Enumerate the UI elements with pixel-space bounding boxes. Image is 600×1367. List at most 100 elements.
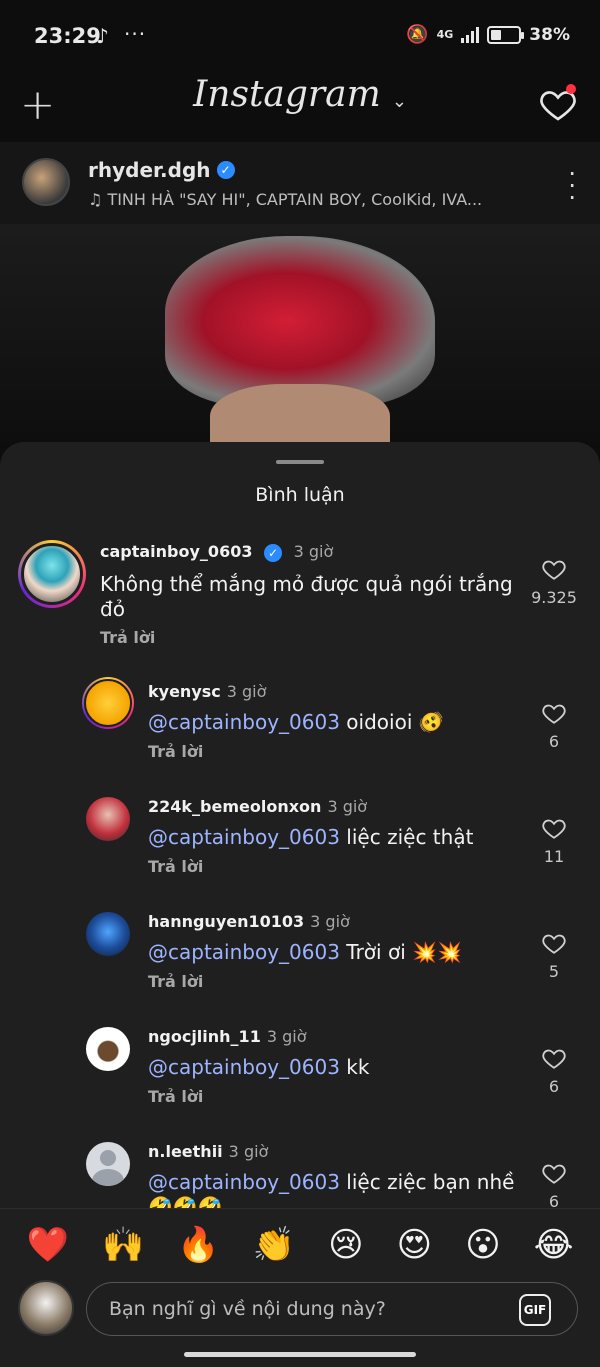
photo-subject-face — [210, 384, 390, 442]
reaction-crying[interactable]: 😢 — [328, 1228, 363, 1262]
comment-time: 3 giờ — [310, 912, 350, 931]
post-header: rhyder.dgh ✓ ♫ TINH HÀ "SAY HI", CAPTAIN… — [0, 142, 600, 224]
reaction-raising-hands[interactable]: 🙌 — [102, 1228, 144, 1262]
story-ring[interactable] — [82, 677, 134, 729]
comment-text: @captainboy_0603 Trời ơi 💥💥 — [148, 940, 518, 965]
battery-percent: 38% — [529, 24, 570, 45]
like-button[interactable]: 5 — [534, 930, 574, 981]
reaction-surprised[interactable]: 😮 — [465, 1228, 500, 1262]
post-author-avatar[interactable] — [22, 158, 70, 206]
commenter-avatar[interactable] — [86, 1027, 130, 1071]
heart-outline-icon — [542, 819, 566, 839]
mention-link[interactable]: @captainboy_0603 — [148, 710, 340, 734]
comment-username[interactable]: n.leethii 3 giờ — [148, 1142, 268, 1161]
status-time: 23:29 — [34, 24, 101, 48]
like-button[interactable]: 9.325 — [526, 556, 582, 607]
network-label: 4G — [436, 28, 454, 41]
instagram-logo: Instagram — [193, 74, 381, 115]
comment-username-text: n.leethii — [148, 1142, 223, 1161]
comment-input[interactable]: Bạn nghĩ gì về nội dung này? GIF — [86, 1282, 578, 1336]
comment-time: 3 giờ — [226, 682, 267, 701]
reply-button[interactable]: Trả lời — [148, 972, 203, 991]
home-indicator[interactable] — [184, 1352, 416, 1357]
mention-link[interactable]: @captainboy_0603 — [148, 825, 340, 849]
reaction-fire[interactable]: 🔥 — [177, 1228, 219, 1262]
like-button[interactable]: 6 — [534, 700, 574, 751]
comment-time: 3 giờ — [327, 797, 368, 816]
current-user-avatar — [18, 1280, 74, 1336]
post-photo[interactable] — [0, 224, 600, 442]
comment-username-text: hannguyen10103 — [148, 912, 305, 931]
comment-text: @captainboy_0603 kk — [148, 1055, 518, 1080]
more-options-icon[interactable]: · · · — [568, 162, 576, 210]
comment-username[interactable]: hannguyen10103 3 giờ — [148, 912, 350, 931]
verified-icon: ✓ — [264, 543, 283, 562]
gif-button[interactable]: GIF — [519, 1294, 551, 1326]
comment-username[interactable]: 224k_bemeolonxon 3 giờ — [148, 797, 367, 816]
commenter-avatar[interactable] — [86, 797, 130, 841]
reaction-laughing[interactable]: 😂 — [534, 1228, 574, 1262]
battery-icon — [487, 25, 525, 44]
comment-username[interactable]: kyenysc 3 giờ — [148, 682, 266, 701]
comments-list[interactable]: captainboy_0603 ✓ 3 giờ Không thể mắng m… — [0, 532, 600, 1208]
comment-username[interactable]: ngocjlinh_11 3 giờ — [148, 1027, 306, 1046]
reply-button[interactable]: Trả lời — [148, 857, 203, 876]
comments-sheet: Bình luận captainboy_0603 ✓ 3 giờ Không … — [0, 442, 600, 1367]
heart-outline-icon — [542, 1049, 566, 1069]
comment-time: 3 giờ — [293, 542, 334, 561]
post-author[interactable]: rhyder.dgh ✓ — [88, 158, 235, 182]
reaction-clapping[interactable]: 👏 — [253, 1228, 295, 1262]
commenter-avatar — [84, 679, 132, 727]
like-count: 11 — [543, 847, 565, 866]
post-music[interactable]: ♫ TINH HÀ "SAY HI", CAPTAIN BOY, CoolKid… — [88, 190, 482, 209]
comment-text: @captainboy_0603 liệc ziệc bạn nhề 🤣🤣🤣 — [148, 1170, 518, 1208]
verified-icon: ✓ — [216, 161, 235, 179]
reaction-red-heart[interactable]: ❤️ — [27, 1228, 69, 1262]
brand-switcher[interactable]: Instagram ⌄ — [0, 74, 600, 115]
mention-link[interactable]: @captainboy_0603 — [148, 940, 340, 964]
comment-body: liệc ziệc thật — [339, 825, 474, 849]
signal-icon — [461, 26, 480, 43]
reaction-heart-eyes[interactable]: 😍 — [397, 1228, 432, 1262]
like-count: 6 — [548, 1192, 560, 1208]
reply-button[interactable]: Trả lời — [100, 628, 155, 647]
heart-outline-icon — [542, 934, 566, 954]
quick-reactions: ❤️ 🙌 🔥 👏 😢 😍 😮 😂 — [0, 1208, 600, 1280]
mute-icon: 🔕 — [406, 24, 429, 45]
comment-text: Không thể mắng mỏ được quả ngói trắng đỏ — [100, 572, 513, 621]
chevron-down-icon: ⌄ — [391, 91, 407, 112]
like-button[interactable]: 6 — [534, 1160, 574, 1208]
heart-outline-icon — [542, 1164, 566, 1184]
comment-username-text: kyenysc — [148, 682, 221, 701]
comment-username-text: captainboy_0603 — [100, 542, 253, 561]
music-note-icon: ♫ — [88, 190, 108, 209]
photo-subject-hair — [165, 236, 435, 406]
reply-button[interactable]: Trả lời — [148, 742, 203, 761]
like-button[interactable]: 11 — [534, 815, 574, 866]
comment-text: @captainboy_0603 liệc ziệc thật — [148, 825, 518, 850]
status-bar: 23:29 ♪ ··· 🔕 4G 38% — [0, 0, 600, 72]
comment-time: 3 giờ — [266, 1027, 307, 1046]
reply-button[interactable]: Trả lời — [148, 1087, 203, 1106]
story-ring[interactable] — [18, 540, 86, 608]
comment-time: 3 giờ — [228, 1142, 269, 1161]
comment-text: @captainboy_0603 oidoioi 🫨 — [148, 710, 518, 735]
like-button[interactable]: 6 — [534, 1045, 574, 1096]
more-notifications-icon: ··· — [124, 22, 147, 46]
app-header: + Instagram ⌄ — [0, 72, 600, 142]
mention-link[interactable]: @captainboy_0603 — [148, 1055, 340, 1079]
comment: kyenysc 3 giờ @captainboy_0603 oidoioi 🫨 … — [0, 672, 600, 772]
sheet-grabber[interactable] — [276, 460, 324, 464]
commenter-avatar[interactable] — [86, 912, 130, 956]
default-avatar-icon[interactable] — [86, 1142, 130, 1186]
comment-username[interactable]: captainboy_0603 ✓ 3 giờ — [100, 542, 333, 562]
comment-composer: Bạn nghĩ gì về nội dung này? GIF — [0, 1280, 600, 1350]
post-music-label: TINH HÀ "SAY HI", CAPTAIN BOY, CoolKid, … — [107, 190, 483, 209]
comment-body: Trời ơi 💥💥 — [339, 940, 462, 964]
comment: n.leethii 3 giờ @captainboy_0603 liệc ziệ… — [0, 1132, 600, 1208]
heart-outline-icon — [542, 704, 566, 724]
heart-outline-icon — [542, 560, 566, 580]
comment: hannguyen10103 3 giờ @captainboy_0603 Trờ… — [0, 902, 600, 1002]
notifications-button[interactable] — [538, 84, 578, 124]
mention-link[interactable]: @captainboy_0603 — [148, 1170, 340, 1194]
